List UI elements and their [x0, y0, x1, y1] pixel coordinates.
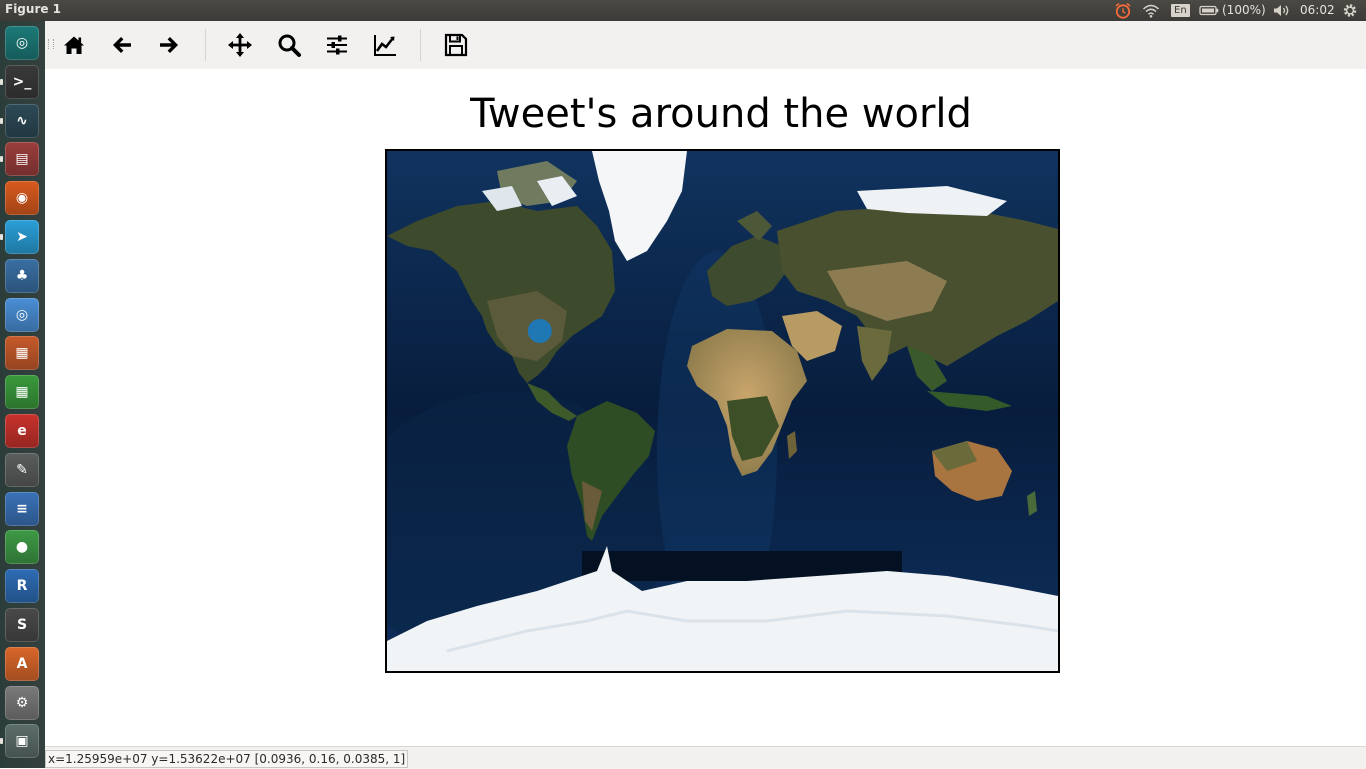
r-studio-icon[interactable]: R [5, 569, 39, 604]
toolbar-separator [205, 29, 206, 61]
r-studio-glyph: R [16, 578, 28, 595]
floppy-disk-icon [444, 33, 468, 57]
arrow-left-icon [113, 37, 131, 53]
running-indicator [0, 234, 3, 240]
save-button[interactable] [442, 31, 470, 59]
telegram-icon[interactable]: ➤ [5, 220, 39, 254]
pdf-viewer-icon[interactable]: e [5, 414, 39, 448]
writer-icon[interactable]: ≡ [5, 491, 39, 526]
sliders-icon [327, 35, 347, 55]
pan-button[interactable] [226, 31, 254, 59]
firefox-glyph: ◉ [15, 190, 29, 207]
impress-icon[interactable]: ▦ [5, 336, 39, 371]
system-settings-glyph: ⚙ [15, 694, 29, 711]
launcher: ◎ >_ ∿ ▤ ◉ ➤ ♣ ◎ ▦ ▦ e ✎ ≡ ● R S A ⚙ ▣ [0, 21, 45, 768]
python-glyph: ♣ [15, 267, 29, 284]
cursor-coordinates: x=1.25959e+07 y=1.53622e+07 [0.0936, 0.1… [45, 750, 409, 768]
python-icon[interactable]: ♣ [5, 258, 39, 293]
navigation-toolbar [45, 21, 1366, 70]
terminal-glyph: >_ [12, 73, 32, 90]
toolbar-grip[interactable] [48, 39, 54, 49]
terminal-icon[interactable]: >_ [5, 64, 39, 99]
home-icon [64, 36, 84, 54]
running-indicator [0, 738, 3, 745]
zoom-button[interactable] [275, 31, 303, 59]
battery-percent: (100%) [1222, 3, 1266, 17]
impress-glyph: ▦ [15, 345, 29, 362]
telegram-glyph: ➤ [16, 229, 28, 245]
running-indicator [0, 117, 3, 124]
status-bar: x=1.25959e+07 y=1.53622e+07 [0.0936, 0.1… [45, 746, 1366, 769]
software-center-icon[interactable]: A [5, 646, 39, 681]
system-settings-icon[interactable]: ⚙ [5, 685, 39, 720]
satellite-world-map-image [387, 151, 1058, 671]
text-editor-icon[interactable]: ✎ [5, 452, 39, 487]
firefox-icon[interactable]: ◉ [5, 181, 39, 216]
clock-time[interactable]: 06:02 [1300, 2, 1335, 19]
ubuntu-dash-icon[interactable]: ◎ [5, 26, 39, 60]
tweet-marker[interactable] [527, 319, 552, 343]
running-indicator [0, 156, 3, 163]
back-button[interactable] [108, 31, 136, 59]
calc-icon[interactable]: ▦ [5, 375, 39, 410]
software-center-glyph: A [16, 655, 28, 672]
forward-button[interactable] [155, 31, 183, 59]
top-panel: Figure 1 En (100%) 06:02 [0, 0, 1366, 21]
sublime-text-icon[interactable]: S [5, 608, 39, 642]
configure-subplots-button[interactable] [323, 31, 351, 59]
file-manager-glyph: ▤ [15, 151, 29, 168]
calc-glyph: ▦ [15, 384, 29, 401]
ubuntu-dash-glyph: ◎ [15, 35, 29, 51]
pdf-viewer-glyph: e [17, 423, 27, 439]
arrow-right-icon [160, 37, 178, 53]
text-editor-glyph: ✎ [16, 461, 28, 478]
move-icon [228, 33, 252, 57]
line-chart-icon [374, 35, 396, 56]
system-monitor-glyph: ∿ [16, 112, 28, 129]
edit-axes-button[interactable] [371, 31, 399, 59]
magnifier-icon [278, 34, 301, 57]
writer-glyph: ≡ [16, 500, 28, 517]
system-monitor-icon[interactable]: ∿ [5, 103, 39, 138]
chromium-glyph: ◎ [15, 306, 29, 323]
keyboard-layout-indicator[interactable]: En [1171, 4, 1190, 17]
screenshot-glyph: ▣ [15, 733, 29, 750]
toolbar-separator [420, 29, 421, 61]
file-manager-icon[interactable]: ▤ [5, 142, 39, 177]
globe-glyph: ● [15, 539, 29, 556]
home-button[interactable] [60, 31, 88, 59]
screenshot-icon[interactable]: ▣ [5, 724, 39, 759]
world-map[interactable] [385, 149, 1060, 673]
window-title: Figure 1 [5, 2, 62, 16]
sublime-text-glyph: S [16, 617, 28, 633]
figure-canvas[interactable]: Tweet's around the world [45, 69, 1366, 746]
running-indicator [0, 78, 3, 85]
globe-icon[interactable]: ● [5, 530, 39, 565]
plot-title: Tweet's around the world [470, 91, 972, 137]
chromium-icon[interactable]: ◎ [5, 297, 39, 332]
